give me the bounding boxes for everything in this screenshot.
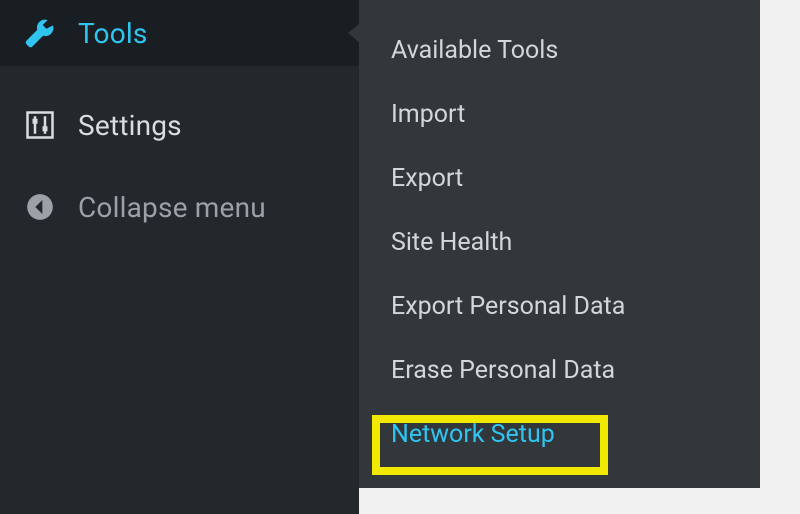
submenu-item-available-tools[interactable]: Available Tools <box>359 18 760 82</box>
tools-submenu: Available Tools Import Export Site Healt… <box>359 0 760 488</box>
submenu-item-label: Export <box>391 164 463 193</box>
submenu-item-import[interactable]: Import <box>359 82 760 146</box>
collapse-left-icon <box>22 189 58 225</box>
admin-sidebar: Tools Settings Col <box>0 0 359 514</box>
wrench-icon <box>22 15 58 51</box>
sidebar-item-label: Settings <box>78 109 182 142</box>
submenu-item-label: Import <box>391 100 465 129</box>
submenu-item-label: Network Setup <box>391 420 555 449</box>
sidebar-item-label: Tools <box>78 17 148 50</box>
sidebar-item-tools[interactable]: Tools <box>0 0 359 66</box>
sidebar-item-settings[interactable]: Settings <box>0 92 359 158</box>
submenu-item-erase-personal-data[interactable]: Erase Personal Data <box>359 338 760 402</box>
sliders-icon <box>22 107 58 143</box>
submenu-item-label: Erase Personal Data <box>391 356 615 385</box>
submenu-item-network-setup[interactable]: Network Setup <box>359 402 760 466</box>
submenu-item-label: Export Personal Data <box>391 292 625 321</box>
sidebar-item-label: Collapse menu <box>78 191 266 224</box>
submenu-item-export[interactable]: Export <box>359 146 760 210</box>
submenu-item-label: Available Tools <box>391 36 558 65</box>
submenu-item-export-personal-data[interactable]: Export Personal Data <box>359 274 760 338</box>
submenu-item-site-health[interactable]: Site Health <box>359 210 760 274</box>
sidebar-item-collapse[interactable]: Collapse menu <box>0 174 359 240</box>
submenu-item-label: Site Health <box>391 228 512 257</box>
